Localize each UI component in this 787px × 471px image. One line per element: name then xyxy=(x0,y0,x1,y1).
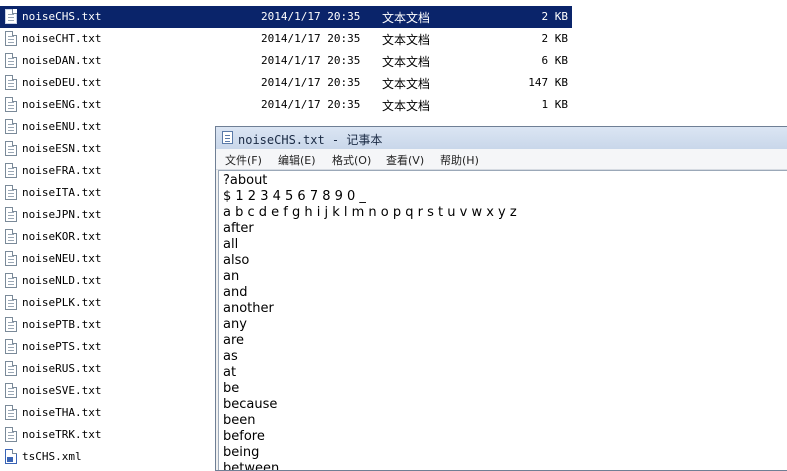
text-file-icon xyxy=(5,185,17,200)
file-name: noiseJPN.txt xyxy=(22,208,102,221)
file-name: noiseESN.txt xyxy=(22,142,102,155)
text-file-icon xyxy=(5,97,17,112)
file-name: noiseENU.txt xyxy=(22,120,102,133)
file-row[interactable]: noiseDAN.txt 2014/1/17 20:35 文本文档 6 KB xyxy=(0,50,572,72)
text-line: ?about xyxy=(223,173,268,188)
text-line: an xyxy=(223,269,240,284)
text-file-icon xyxy=(5,317,17,332)
text-line: are xyxy=(223,333,245,348)
text-file-icon xyxy=(5,207,17,222)
text-file-icon xyxy=(5,273,17,288)
file-name: noiseNEU.txt xyxy=(22,252,102,265)
file-name: noiseKOR.txt xyxy=(22,230,102,243)
text-line: also xyxy=(223,253,250,268)
file-type: 文本文档 xyxy=(382,77,431,91)
text-file-icon xyxy=(5,163,17,178)
text-line: and xyxy=(223,285,248,300)
text-file-icon xyxy=(5,31,17,46)
text-line: before xyxy=(223,429,265,444)
text-line: after xyxy=(223,221,254,236)
file-size: 2 KB xyxy=(541,32,569,45)
file-name: noiseRUS.txt xyxy=(22,362,102,375)
file-name: noiseDEU.txt xyxy=(22,76,102,89)
xml-file-icon xyxy=(5,449,17,464)
file-name: noiseDAN.txt xyxy=(22,54,102,67)
text-line: being xyxy=(223,445,260,460)
text-file-icon xyxy=(5,119,17,134)
text-file-icon xyxy=(5,53,17,68)
file-type: 文本文档 xyxy=(382,99,431,113)
file-row[interactable]: noiseCHT.txt 2014/1/17 20:35 文本文档 2 KB xyxy=(0,28,572,50)
file-date: 2014/1/17 20:35 xyxy=(261,32,361,45)
file-type: 文本文档 xyxy=(382,33,431,47)
text-line: because xyxy=(223,397,278,412)
text-file-icon xyxy=(5,251,17,266)
text-file-icon xyxy=(5,427,17,442)
menu-edit[interactable]: 编辑(E) xyxy=(278,152,316,168)
file-name: noiseCHT.txt xyxy=(22,32,102,45)
text-line: a b c d e f g h i j k l m n o p q r s t … xyxy=(223,205,517,220)
notepad-window[interactable]: noiseCHS.txt - 记事本 文件(F) 编辑(E) 格式(O) 查看(… xyxy=(215,126,787,471)
file-date: 2014/1/17 20:35 xyxy=(261,54,361,67)
file-name: noiseSVE.txt xyxy=(22,384,102,397)
text-file-icon xyxy=(5,75,17,90)
text-file-icon xyxy=(5,9,17,24)
notepad-icon xyxy=(222,131,233,144)
text-file-icon xyxy=(5,339,17,354)
text-line: another xyxy=(223,301,274,316)
file-date: 2014/1/17 20:35 xyxy=(261,98,361,111)
text-file-icon xyxy=(5,405,17,420)
file-name: noisePTB.txt xyxy=(22,318,102,331)
menu-view[interactable]: 查看(V) xyxy=(386,152,424,168)
file-type: 文本文档 xyxy=(382,55,431,69)
file-row[interactable]: noiseCHS.txt 2014/1/17 20:35 文本文档 2 KB xyxy=(0,6,572,28)
menu-file[interactable]: 文件(F) xyxy=(225,152,262,168)
text-line: $ 1 2 3 4 5 6 7 8 9 0 _ xyxy=(223,189,366,204)
file-row[interactable]: noiseDEU.txt 2014/1/17 20:35 文本文档 147 KB xyxy=(0,72,572,94)
text-line: at xyxy=(223,365,237,380)
file-size: 2 KB xyxy=(541,10,569,23)
file-date: 2014/1/17 20:35 xyxy=(261,10,361,23)
text-area[interactable]: ?about $ 1 2 3 4 5 6 7 8 9 0 _ a b c d e f… xyxy=(218,170,787,470)
file-name: noisePTS.txt xyxy=(22,340,102,353)
text-line: as xyxy=(223,349,238,364)
text-file-icon xyxy=(5,383,17,398)
file-name: tsCHS.xml xyxy=(22,450,82,463)
text-file-icon xyxy=(5,295,17,310)
window-title: noiseCHS.txt - 记事本 xyxy=(238,133,383,147)
file-name: noiseENG.txt xyxy=(22,98,102,111)
file-size: 147 KB xyxy=(528,76,568,89)
file-name: noiseFRA.txt xyxy=(22,164,102,177)
file-name: noiseCHS.txt xyxy=(22,10,102,23)
text-file-icon xyxy=(5,141,17,156)
file-name: noiseNLD.txt xyxy=(22,274,102,287)
file-name: noiseITA.txt xyxy=(22,186,102,199)
menu-bar: 文件(F) 编辑(E) 格式(O) 查看(V) 帮助(H) xyxy=(216,149,787,170)
text-line: been xyxy=(223,413,256,428)
text-file-icon xyxy=(5,361,17,376)
notepad-titlebar[interactable]: noiseCHS.txt - 记事本 xyxy=(216,127,787,150)
file-row[interactable]: noiseENG.txt 2014/1/17 20:35 文本文档 1 KB xyxy=(0,94,572,116)
menu-help[interactable]: 帮助(H) xyxy=(440,152,479,168)
text-line: be xyxy=(223,381,240,396)
text-line: any xyxy=(223,317,247,332)
file-type: 文本文档 xyxy=(382,11,431,25)
menu-format[interactable]: 格式(O) xyxy=(332,152,371,168)
file-size: 6 KB xyxy=(541,54,569,67)
file-name: noisePLK.txt xyxy=(22,296,102,309)
text-file-icon xyxy=(5,229,17,244)
text-line: all xyxy=(223,237,239,252)
file-name: noiseTRK.txt xyxy=(22,428,102,441)
file-date: 2014/1/17 20:35 xyxy=(261,76,361,89)
file-size: 1 KB xyxy=(541,98,569,111)
file-name: noiseTHA.txt xyxy=(22,406,102,419)
